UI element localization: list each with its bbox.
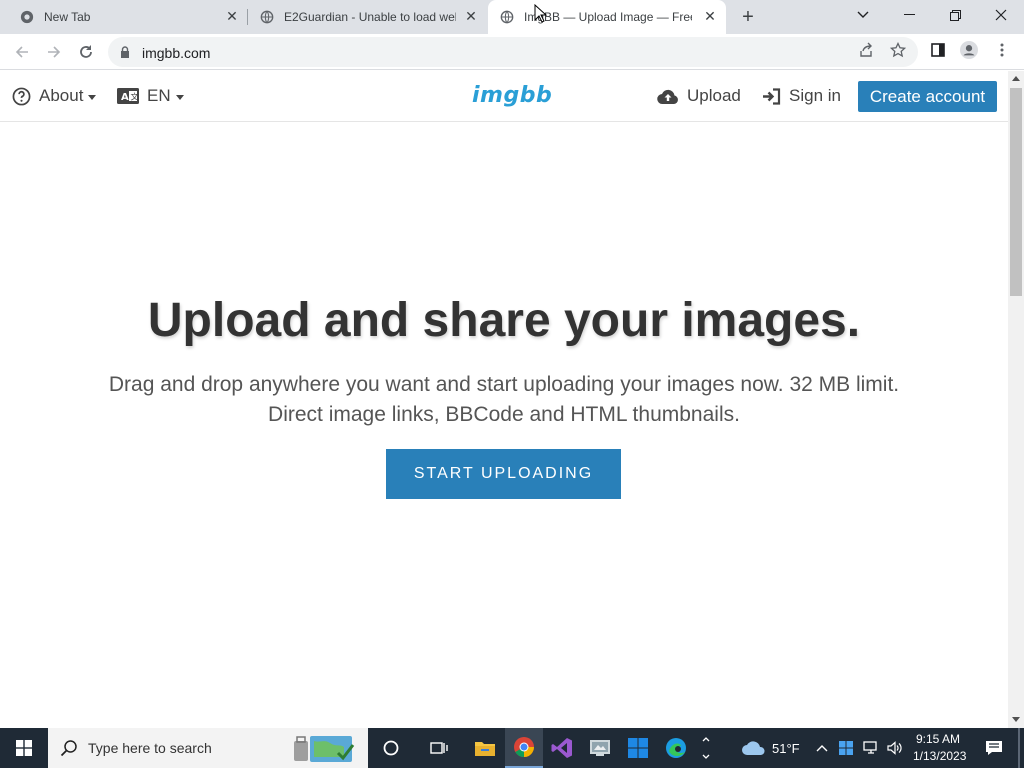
volume-icon[interactable]: [884, 728, 906, 768]
upload-link[interactable]: Upload: [657, 85, 741, 107]
svg-text:A: A: [121, 92, 129, 103]
windows-start-icon[interactable]: [0, 728, 48, 768]
scroll-down-arrow-icon[interactable]: [1012, 717, 1020, 722]
clock-time[interactable]: 9:15 AM: [916, 732, 960, 746]
question-circle-icon: [12, 87, 31, 105]
search-icon: [60, 740, 77, 757]
language-menu[interactable]: A文 EN: [117, 85, 184, 107]
chrome-taskbar-icon[interactable]: [505, 728, 543, 768]
create-account-button[interactable]: Create account: [858, 81, 997, 112]
about-label: About: [39, 86, 84, 105]
kebab-menu-icon[interactable]: [993, 41, 1011, 59]
upload-label: Upload: [687, 86, 741, 105]
about-menu[interactable]: About: [12, 85, 97, 107]
page-scrollbar[interactable]: [1008, 71, 1024, 728]
globe-icon: [260, 10, 274, 24]
sign-in-link[interactable]: Sign in: [762, 85, 841, 107]
task-view-icon[interactable]: [420, 728, 458, 768]
minimize-icon[interactable]: [886, 0, 932, 30]
restore-icon[interactable]: [932, 0, 978, 30]
cloud-upload-icon: [657, 89, 678, 104]
visual-studio-icon[interactable]: [543, 728, 581, 768]
tab-new-tab[interactable]: New Tab ✕: [8, 0, 246, 34]
windows-app-icon[interactable]: [619, 728, 657, 768]
bookmark-star-icon[interactable]: [889, 41, 907, 59]
edge-icon[interactable]: [657, 728, 695, 768]
profile-avatar-icon[interactable]: [960, 41, 978, 59]
language-label: EN: [147, 86, 171, 105]
cortana-icon[interactable]: [372, 728, 410, 768]
taskbar-scroll-icon[interactable]: [697, 728, 715, 768]
tab-strip: New Tab ✕ E2Guardian - Unable to load we…: [0, 0, 1024, 34]
tab-close-icon[interactable]: ✕: [463, 8, 479, 24]
clock-date[interactable]: 1/13/2023: [913, 749, 966, 763]
weather-temp[interactable]: 51°F: [772, 741, 800, 756]
caret-down-icon: [175, 94, 184, 100]
control-panel-icon[interactable]: [581, 728, 619, 768]
windows-taskbar: Type here to search 51°F 9:15 AM 1/13/20…: [0, 728, 1024, 768]
imgbb-logo[interactable]: imgbb: [472, 83, 552, 108]
scrollbar-thumb[interactable]: [1010, 88, 1022, 296]
mouse-cursor-icon: [534, 4, 548, 23]
lock-icon: [121, 46, 129, 58]
file-explorer-icon[interactable]: [466, 728, 504, 768]
forward-arrow-icon[interactable]: [43, 41, 65, 63]
side-panel-icon[interactable]: [929, 41, 947, 59]
sign-in-icon: [763, 87, 781, 105]
back-arrow-icon[interactable]: [11, 41, 33, 63]
sign-in-label: Sign in: [789, 86, 841, 105]
browser-toolbar: imgbb.com: [0, 34, 1024, 70]
language-icon: A文: [117, 88, 139, 104]
reload-icon[interactable]: [75, 41, 97, 63]
weather-cloud-icon[interactable]: [734, 728, 774, 768]
tab-imgbb[interactable]: ImgBB — Upload Image — Free ✕: [488, 0, 726, 34]
tab-title: ImgBB — Upload Image — Free: [524, 10, 692, 24]
search-highlight-travel-icon: [294, 736, 355, 762]
url-text: imgbb.com: [142, 45, 211, 61]
tab-search-icon[interactable]: [840, 0, 886, 30]
taskbar-search[interactable]: Type here to search: [48, 728, 368, 768]
notification-center-icon[interactable]: [980, 728, 1008, 768]
tab-e2guardian[interactable]: E2Guardian - Unable to load web ✕: [248, 0, 486, 34]
tab-close-icon[interactable]: ✕: [702, 8, 718, 24]
windows-update-tray-icon[interactable]: [836, 728, 856, 768]
network-icon[interactable]: [860, 728, 882, 768]
hero-title: Upload and share your images.: [147, 294, 861, 347]
close-window-icon[interactable]: [978, 0, 1024, 30]
hero-subtitle: Drag and drop anywhere you want and star…: [108, 373, 900, 426]
tab-title: New Tab: [44, 10, 91, 24]
show-desktop-button[interactable]: [1018, 728, 1020, 768]
caret-down-icon: [88, 94, 97, 100]
scroll-up-arrow-icon[interactable]: [1012, 76, 1020, 81]
share-icon[interactable]: [857, 41, 875, 59]
svg-text:文: 文: [131, 92, 139, 102]
tab-title: E2Guardian - Unable to load web: [284, 10, 456, 24]
address-bar[interactable]: imgbb.com: [108, 37, 918, 67]
globe-icon: [500, 10, 514, 24]
site-header: About A文 EN imgbb Upload Sign in Create …: [0, 71, 1008, 122]
tab-close-icon[interactable]: ✕: [224, 8, 240, 24]
start-uploading-button[interactable]: START UPLOADING: [386, 449, 621, 499]
show-hidden-icons-icon[interactable]: [812, 728, 832, 768]
search-placeholder: Type here to search: [88, 740, 212, 756]
new-tab-button[interactable]: +: [738, 7, 758, 27]
webpage: About A文 EN imgbb Upload Sign in Create …: [0, 71, 1008, 728]
chrome-icon: [20, 10, 34, 24]
